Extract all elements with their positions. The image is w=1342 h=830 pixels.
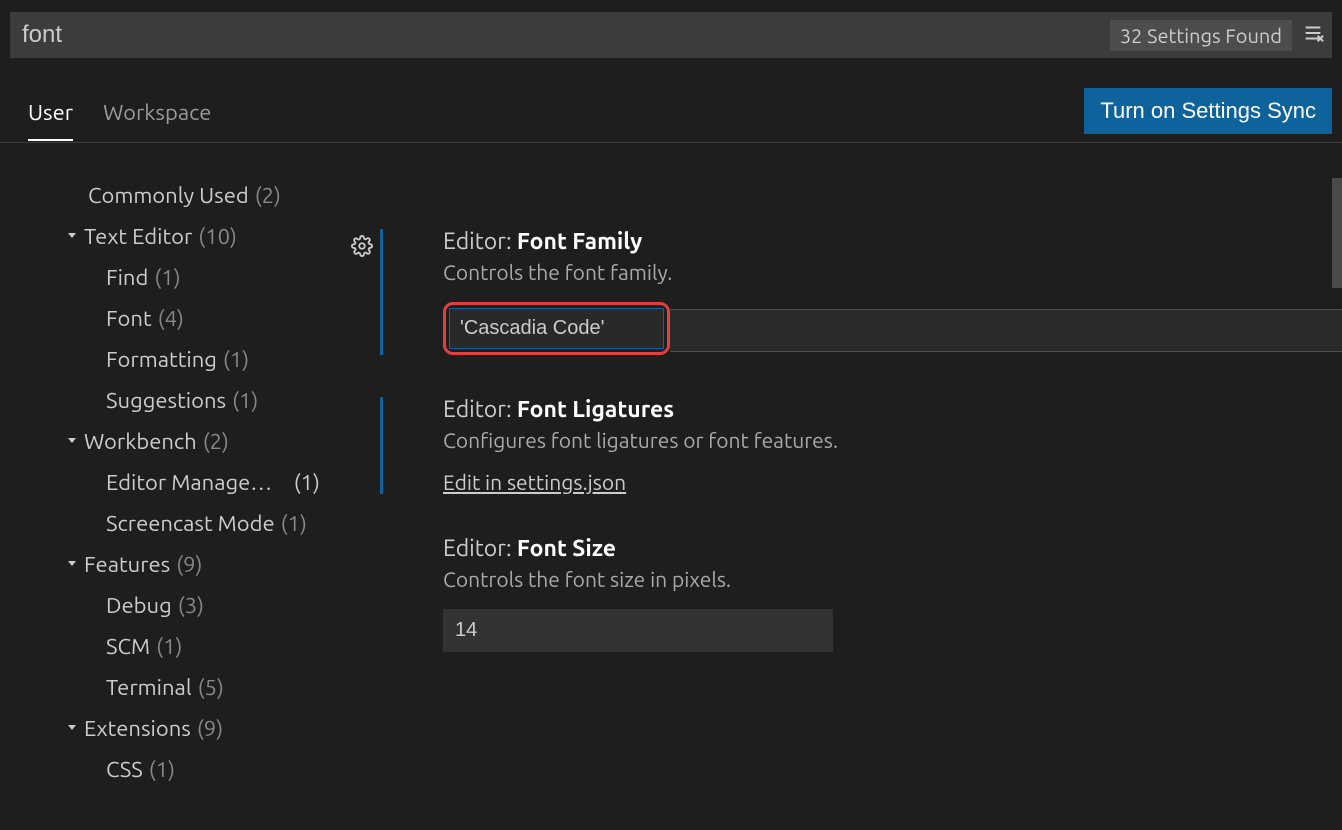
settings-scope-tabs-row: User Workspace Turn on Settings Sync: [0, 88, 1342, 143]
tree-item-terminal[interactable]: Terminal (5): [30, 667, 350, 708]
tree-label: CSS: [106, 757, 143, 782]
tree-label: Formatting: [106, 347, 217, 372]
tree-count: (1): [149, 757, 175, 782]
search-right-controls: 32 Settings Found: [1110, 20, 1324, 51]
font-family-input[interactable]: [449, 308, 664, 349]
chevron-down-icon: [64, 429, 80, 454]
tree-label: SCM: [106, 634, 150, 659]
setting-title: Editor: Font Size: [443, 536, 1342, 561]
tree-item-screencast-mode[interactable]: Screencast Mode (1): [30, 503, 350, 544]
setting-editor-font-size: Editor: Font Size Controls the font size…: [380, 536, 1342, 652]
tree-label: Editor Manage…: [106, 470, 272, 495]
tree-item-scm[interactable]: SCM (1): [30, 626, 350, 667]
tree-count: (9): [197, 716, 223, 741]
tree-item-suggestions[interactable]: Suggestions (1): [30, 380, 350, 421]
tree-count: (2): [203, 429, 229, 454]
gear-icon[interactable]: [351, 235, 373, 261]
tree-label: Features: [84, 552, 170, 577]
tree-label: Font: [106, 306, 152, 331]
tree-label: Screencast Mode: [106, 511, 275, 536]
filter-icon[interactable]: [1302, 22, 1324, 48]
tree-count: (2): [255, 183, 281, 208]
tree-count: (9): [176, 552, 202, 577]
tree-count: (5): [198, 675, 224, 700]
tree-item-editor-management[interactable]: Editor Manage… (1): [30, 462, 350, 503]
tree-item-commonly-used[interactable]: Commonly Used (2): [30, 175, 350, 216]
settings-main-panel: Editor: Font Family Controls the font fa…: [350, 171, 1342, 790]
tree-item-extensions[interactable]: Extensions (9): [30, 708, 350, 749]
setting-title: Editor: Font Family: [443, 229, 1342, 254]
tree-item-workbench[interactable]: Workbench (2): [30, 421, 350, 462]
tree-count: (1): [232, 388, 258, 413]
tree-label: Terminal: [106, 675, 192, 700]
highlight-annotation: [443, 302, 670, 355]
tree-item-text-editor[interactable]: Text Editor (10): [30, 216, 350, 257]
tab-user[interactable]: User: [28, 90, 73, 141]
setting-title: Editor: Font Ligatures: [443, 397, 1342, 422]
tree-label: Suggestions: [106, 388, 226, 413]
setting-editor-font-family: Editor: Font Family Controls the font fa…: [380, 229, 1342, 355]
tab-workspace[interactable]: Workspace: [103, 90, 211, 141]
settings-sync-button[interactable]: Turn on Settings Sync: [1084, 88, 1332, 134]
settings-search-input[interactable]: [22, 21, 1110, 49]
chevron-down-icon: [64, 552, 80, 577]
tree-item-css[interactable]: CSS (1): [30, 749, 350, 790]
tree-label: Debug: [106, 593, 172, 618]
tree-item-features[interactable]: Features (9): [30, 544, 350, 585]
tree-label: Commonly Used: [88, 183, 249, 208]
chevron-down-icon: [64, 716, 80, 741]
tree-label: Text Editor: [84, 224, 192, 249]
input-background-extension: [670, 309, 1342, 352]
tree-item-formatting[interactable]: Formatting (1): [30, 339, 350, 380]
settings-search-bar: 32 Settings Found: [10, 12, 1332, 58]
font-size-input[interactable]: [443, 609, 833, 652]
tree-count: (1): [156, 634, 182, 659]
settings-content: Commonly Used (2) Text Editor (10) Find …: [0, 171, 1342, 790]
setting-editor-font-ligatures: Editor: Font Ligatures Configures font l…: [380, 397, 1342, 494]
tree-item-find[interactable]: Find (1): [30, 257, 350, 298]
settings-found-badge: 32 Settings Found: [1110, 20, 1292, 51]
setting-description: Controls the font family.: [443, 260, 1342, 284]
tree-item-debug[interactable]: Debug (3): [30, 585, 350, 626]
tree-count: (1): [154, 265, 180, 290]
tree-label: Extensions: [84, 716, 191, 741]
tree-label: Find: [106, 265, 148, 290]
tree-count: (4): [158, 306, 184, 331]
chevron-down-icon: [64, 224, 80, 249]
tree-count: (1): [294, 470, 320, 495]
setting-description: Controls the font size in pixels.: [443, 567, 1342, 591]
settings-tree-sidebar: Commonly Used (2) Text Editor (10) Find …: [0, 171, 350, 790]
tree-count: (1): [223, 347, 249, 372]
edit-in-settings-json-link[interactable]: Edit in settings.json: [443, 470, 626, 494]
tree-count: (3): [178, 593, 204, 618]
tree-label: Workbench: [84, 429, 197, 454]
vertical-scrollbar-thumb[interactable]: [1332, 178, 1342, 288]
tree-count: (1): [281, 511, 307, 536]
setting-description: Configures font ligatures or font featur…: [443, 428, 1342, 452]
tree-count: (10): [198, 224, 237, 249]
tree-item-font[interactable]: Font (4): [30, 298, 350, 339]
